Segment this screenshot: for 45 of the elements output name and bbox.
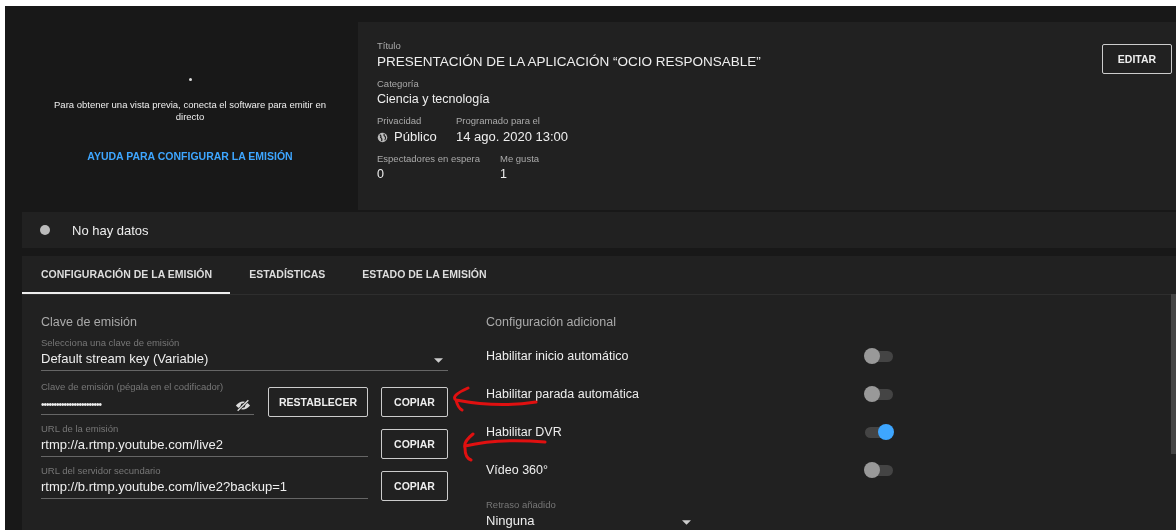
field-label: Programado para el <box>456 115 541 126</box>
caret-icon <box>682 520 691 525</box>
globe-icon <box>377 131 388 143</box>
scrollbar[interactable] <box>1171 294 1176 454</box>
stream-url-field[interactable]: URL de la emisión rtmp://a.rtmp.youtube.com/live2 <box>41 423 368 457</box>
toggle-switch[interactable] <box>865 388 893 400</box>
likes-count: 1 <box>500 167 508 181</box>
field-label: Me gusta <box>500 153 540 164</box>
backup-url-field[interactable]: URL del servidor secundario rtmp://b.rtmp.youtube.com/live2?backup=1 <box>41 465 368 499</box>
loading-dot-icon <box>188 78 192 81</box>
status-text: No hay datos <box>72 222 149 238</box>
edit-button[interactable]: EDITAR <box>1102 44 1172 74</box>
field-label: Espectadores en espera <box>377 153 481 164</box>
hidden-eye-icon[interactable] <box>235 399 251 412</box>
copy-button[interactable]: COPIAR <box>381 387 448 417</box>
section-heading: Clave de emisión <box>41 315 138 329</box>
copy-button[interactable]: COPIAR <box>381 429 448 459</box>
section-heading: Configuración adicional <box>486 315 617 329</box>
toggle-label: Vídeo 360° <box>486 463 548 477</box>
tab[interactable]: CONFIGURACIÓN DE LA EMISIÓN <box>22 256 231 294</box>
field-label: Título <box>377 40 402 51</box>
reset-button[interactable]: RESTABLECER <box>268 387 368 417</box>
stream-key-select[interactable]: Selecciona una clave de emisión Default stream key (Variable) <box>41 337 448 371</box>
help-link[interactable]: AYUDA PARA CONFIGURAR LA EMISIÓN <box>87 150 293 162</box>
tab[interactable]: ESTADÍSTICAS <box>230 256 344 294</box>
privacy-value: Público <box>394 129 437 144</box>
toggle-switch[interactable] <box>865 426 893 438</box>
category-value: Ciencia y tecnología <box>377 92 491 106</box>
stream-key-field[interactable]: Clave de emisión (pégala en el codificador) •••••••••••••••••••••••• <box>41 381 254 415</box>
toggle-switch[interactable] <box>865 464 893 476</box>
toggle-switch[interactable] <box>865 350 893 362</box>
scheduled-date: 14 ago. 2020 13:00 <box>456 129 569 144</box>
waiting-count: 0 <box>377 167 385 181</box>
status-dot-icon <box>40 225 50 235</box>
delay-select[interactable]: Retraso añadido Ninguna <box>486 499 696 530</box>
copy-button[interactable]: COPIAR <box>381 471 448 501</box>
tab[interactable]: ESTADO DE LA EMISIÓN <box>343 256 505 294</box>
toggle-label: Habilitar parada automática <box>486 387 639 401</box>
field-label: Categoría <box>377 78 420 89</box>
toggle-label: Habilitar inicio automático <box>486 349 629 363</box>
toggle-label: Habilitar DVR <box>486 425 562 439</box>
caret-icon <box>434 358 443 363</box>
preview-message: Para obtener una vista previa, conecta el software para emitir en directo <box>53 99 327 123</box>
stream-title: PRESENTACIÓN DE LA APLICACIÓN “OCIO RESPONSABLE” <box>377 54 761 69</box>
field-label: Privacidad <box>377 115 423 126</box>
